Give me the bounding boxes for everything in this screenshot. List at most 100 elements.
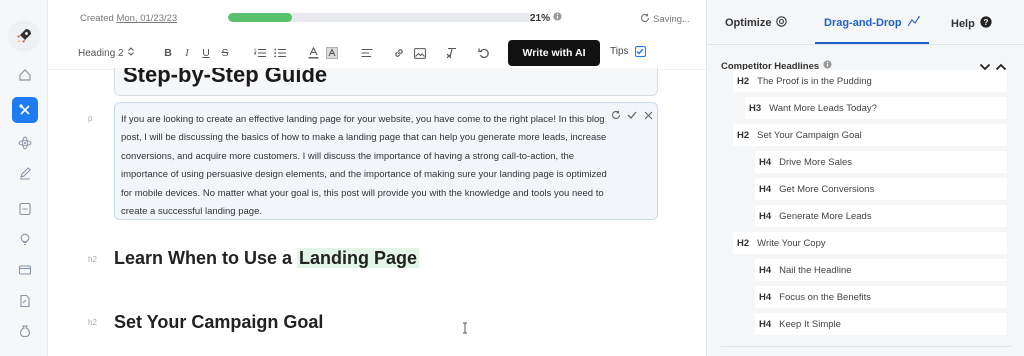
- created-date: Created Mon, 01/23/23: [80, 13, 177, 24]
- tips-label: Tips: [610, 46, 629, 57]
- headline-text: Drive More Sales: [779, 156, 853, 168]
- headline-text: Focus on the Benefits: [779, 291, 872, 303]
- h2-heading-campaign-goal[interactable]: Set Your Campaign Goal: [114, 312, 323, 333]
- headline-text: Set Your Campaign Goal: [757, 129, 862, 141]
- progress-percent-value: 21%: [530, 12, 551, 24]
- italic-icon[interactable]: I: [179, 45, 195, 61]
- status-row: Created Mon, 01/23/23 21% Saving...: [48, 0, 706, 34]
- headline-item[interactable]: H2 Write Your Copy: [733, 232, 1007, 254]
- select-arrows-icon: [127, 47, 134, 59]
- heading-select-value: Heading 2: [78, 47, 124, 59]
- info-icon[interactable]: [553, 12, 562, 24]
- h1-text[interactable]: Step-by-Step Guide: [123, 68, 327, 88]
- headline-item[interactable]: H4 Focus on the Benefits: [755, 286, 1007, 308]
- image-icon[interactable]: [412, 45, 428, 61]
- headline-level: H4: [759, 210, 772, 222]
- headline-level: H4: [759, 156, 772, 168]
- lightbulb-icon[interactable]: [12, 226, 38, 252]
- headline-item[interactable]: H4 Nail the Headline: [755, 259, 1007, 281]
- strikethrough-icon[interactable]: S: [217, 45, 233, 61]
- drag-move-icon: [907, 16, 920, 30]
- target-icon: [776, 16, 788, 30]
- h2-tag-label: h2: [88, 255, 97, 264]
- progress-fill: [228, 13, 292, 22]
- tab-help[interactable]: Help ?: [951, 16, 992, 31]
- headline-item[interactable]: H4 Keep It Simple: [755, 313, 1007, 335]
- headline-item[interactable]: H2 The Proof is in the Pudding: [733, 70, 1007, 92]
- created-label: Created: [80, 13, 114, 24]
- h2-heading-prefix: Learn When to Use a: [114, 248, 298, 268]
- text-color-icon[interactable]: [305, 45, 321, 61]
- headline-level: H4: [759, 291, 772, 303]
- headline-level: H4: [759, 318, 772, 330]
- headline-item[interactable]: H4 Generate More Leads: [755, 205, 1007, 227]
- h1-block[interactable]: Step-by-Step Guide: [114, 68, 658, 96]
- right-panel: Optimize Drag-and-Drop Help ? Competitor…: [706, 0, 1024, 356]
- rocket-logo-icon[interactable]: [8, 20, 40, 52]
- panel-divider: [721, 346, 1011, 347]
- money-bag-icon[interactable]: [12, 318, 38, 344]
- write-with-ai-button[interactable]: Write with AI: [508, 40, 600, 66]
- regenerate-icon[interactable]: [611, 110, 621, 120]
- paragraph-actions: [611, 110, 653, 120]
- headline-level: H2: [737, 75, 750, 87]
- tools-icon[interactable]: [12, 97, 38, 123]
- paragraph-tag-label: p: [88, 114, 93, 123]
- pen-icon[interactable]: [12, 160, 38, 186]
- headline-text: Want More Leads Today?: [769, 102, 877, 114]
- text-cursor-icon: [462, 321, 468, 334]
- tab-drag-and-drop-label: Drag-and-Drop: [824, 17, 902, 29]
- headline-text: Generate More Leads: [779, 210, 872, 222]
- tab-optimize[interactable]: Optimize: [725, 16, 788, 30]
- clear-formatting-icon[interactable]: [444, 45, 460, 61]
- headline-level: H3: [749, 102, 762, 114]
- highlight-color-icon[interactable]: [324, 45, 340, 61]
- atom-icon[interactable]: [12, 130, 38, 156]
- headline-level: H4: [759, 264, 772, 276]
- h2-heading-landing-page[interactable]: Learn When to Use a Landing Page: [114, 248, 420, 269]
- headline-item[interactable]: H3 Want More Leads Today?: [745, 97, 1007, 119]
- paragraph-block[interactable]: If you are looking to create an effectiv…: [114, 102, 658, 220]
- created-date-value[interactable]: Mon, 01/23/23: [116, 13, 177, 24]
- tabs-divider: [707, 44, 1024, 45]
- headline-item[interactable]: H4 Drive More Sales: [755, 151, 1007, 173]
- accept-check-icon[interactable]: [627, 110, 637, 120]
- headline-text: Get More Conversions: [779, 183, 875, 195]
- home-icon[interactable]: [12, 62, 38, 88]
- formatting-toolbar: Heading 2 B I U S Write with AI Tips: [48, 36, 706, 70]
- tab-help-label: Help: [951, 17, 975, 30]
- paragraph-text[interactable]: If you are looking to create an effectiv…: [121, 111, 607, 221]
- headline-item[interactable]: H2 Set Your Campaign Goal: [733, 124, 1007, 146]
- ordered-list-icon[interactable]: [252, 45, 268, 61]
- card-icon[interactable]: [12, 257, 38, 283]
- undo-icon[interactable]: [476, 45, 492, 61]
- svg-text:?: ?: [983, 18, 988, 27]
- progress-percent: 21%: [530, 12, 562, 24]
- headline-text: The Proof is in the Pudding: [757, 75, 872, 87]
- heading-select[interactable]: Heading 2: [78, 47, 134, 59]
- help-question-icon: ?: [980, 16, 992, 31]
- bold-icon[interactable]: B: [160, 45, 176, 61]
- gif-icon[interactable]: [12, 196, 38, 222]
- headline-text: Nail the Headline: [779, 264, 852, 276]
- document-edit-icon[interactable]: [12, 288, 38, 314]
- headline-text: Keep It Simple: [779, 318, 841, 330]
- editor-area: Created Mon, 01/23/23 21% Saving... Head…: [48, 0, 706, 356]
- app-window: Created Mon, 01/23/23 21% Saving... Head…: [0, 0, 1024, 356]
- headline-item[interactable]: H4 Get More Conversions: [755, 178, 1007, 200]
- headline-text: Write Your Copy: [757, 237, 826, 249]
- tips-checkbox[interactable]: [634, 46, 646, 57]
- saving-text: Saving...: [653, 14, 690, 25]
- close-icon[interactable]: [643, 110, 653, 120]
- underline-icon[interactable]: U: [198, 45, 214, 61]
- highlighted-keyword: Landing Page: [297, 248, 420, 268]
- content-score-progress-bar: [228, 13, 532, 22]
- align-icon[interactable]: [359, 45, 375, 61]
- panel-tabs: Optimize Drag-and-Drop Help ?: [707, 0, 1024, 46]
- tips-toggle[interactable]: Tips: [610, 46, 646, 57]
- tab-drag-and-drop[interactable]: Drag-and-Drop: [824, 16, 920, 30]
- headline-level: H2: [737, 237, 750, 249]
- bullet-list-icon[interactable]: [272, 45, 288, 61]
- link-icon[interactable]: [391, 45, 407, 61]
- headline-level: H4: [759, 183, 772, 195]
